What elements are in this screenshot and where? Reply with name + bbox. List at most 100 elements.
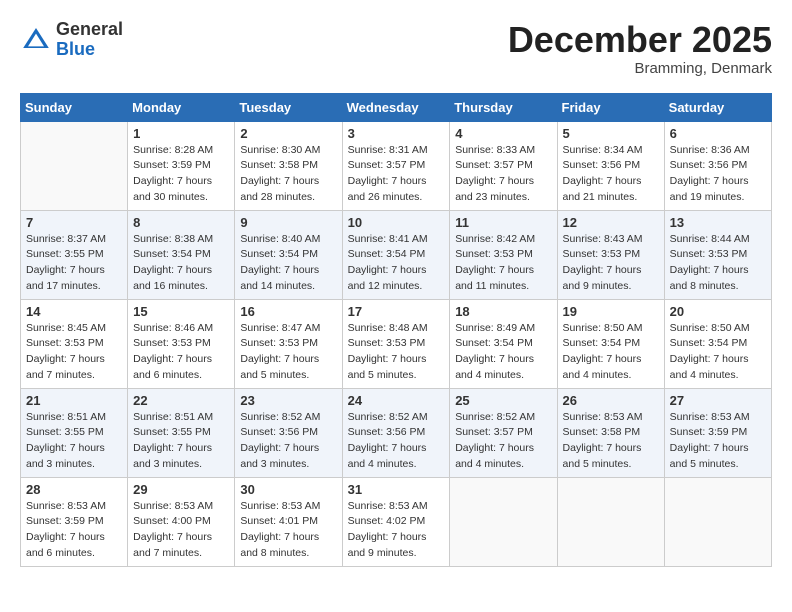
day-info: Sunrise: 8:52 AMSunset: 3:56 PMDaylight:… — [240, 410, 336, 473]
day-info: Sunrise: 8:28 AMSunset: 3:59 PMDaylight:… — [133, 143, 229, 206]
day-info: Sunrise: 8:38 AMSunset: 3:54 PMDaylight:… — [133, 232, 229, 295]
calendar-day-cell: 2 Sunrise: 8:30 AMSunset: 3:58 PMDaylight… — [235, 121, 342, 210]
calendar-day-cell: 7 Sunrise: 8:37 AMSunset: 3:55 PMDaylight… — [21, 210, 128, 299]
day-info: Sunrise: 8:43 AMSunset: 3:53 PMDaylight:… — [563, 232, 659, 295]
day-info: Sunrise: 8:37 AMSunset: 3:55 PMDaylight:… — [26, 232, 122, 295]
logo: General Blue — [20, 20, 123, 60]
day-number: 5 — [563, 126, 659, 141]
day-info: Sunrise: 8:30 AMSunset: 3:58 PMDaylight:… — [240, 143, 336, 206]
logo-general: General — [56, 20, 123, 40]
month-title: December 2025 — [508, 20, 772, 60]
day-number: 29 — [133, 482, 229, 497]
day-info: Sunrise: 8:44 AMSunset: 3:53 PMDaylight:… — [670, 232, 766, 295]
weekday-header-friday: Friday — [557, 93, 664, 121]
calendar-day-cell — [450, 477, 557, 566]
logo-blue: Blue — [56, 40, 123, 60]
calendar-day-cell: 22 Sunrise: 8:51 AMSunset: 3:55 PMDayligh… — [128, 388, 235, 477]
day-number: 15 — [133, 304, 229, 319]
weekday-header-saturday: Saturday — [664, 93, 771, 121]
location-subtitle: Bramming, Denmark — [508, 60, 772, 77]
day-number: 2 — [240, 126, 336, 141]
weekday-header-sunday: Sunday — [21, 93, 128, 121]
day-number: 26 — [563, 393, 659, 408]
day-number: 20 — [670, 304, 766, 319]
day-info: Sunrise: 8:50 AMSunset: 3:54 PMDaylight:… — [563, 321, 659, 384]
calendar-day-cell: 27 Sunrise: 8:53 AMSunset: 3:59 PMDayligh… — [664, 388, 771, 477]
day-number: 9 — [240, 215, 336, 230]
day-info: Sunrise: 8:48 AMSunset: 3:53 PMDaylight:… — [348, 321, 445, 384]
calendar-table: SundayMondayTuesdayWednesdayThursdayFrid… — [20, 93, 772, 567]
day-info: Sunrise: 8:53 AMSunset: 4:02 PMDaylight:… — [348, 499, 445, 562]
calendar-day-cell: 14 Sunrise: 8:45 AMSunset: 3:53 PMDayligh… — [21, 299, 128, 388]
day-number: 10 — [348, 215, 445, 230]
calendar-day-cell: 19Sunrise: 8:50 AMSunset: 3:54 PMDayligh… — [557, 299, 664, 388]
calendar-day-cell: 1Sunrise: 8:28 AMSunset: 3:59 PMDaylight… — [128, 121, 235, 210]
day-number: 21 — [26, 393, 122, 408]
day-number: 25 — [455, 393, 551, 408]
day-info: Sunrise: 8:34 AMSunset: 3:56 PMDaylight:… — [563, 143, 659, 206]
day-info: Sunrise: 8:53 AMSunset: 3:58 PMDaylight:… — [563, 410, 659, 473]
day-number: 18 — [455, 304, 551, 319]
day-info: Sunrise: 8:51 AMSunset: 3:55 PMDaylight:… — [133, 410, 229, 473]
calendar-week-row: 14 Sunrise: 8:45 AMSunset: 3:53 PMDayligh… — [21, 299, 772, 388]
day-number: 8 — [133, 215, 229, 230]
day-number: 14 — [26, 304, 122, 319]
day-info: Sunrise: 8:45 AMSunset: 3:53 PMDaylight:… — [26, 321, 122, 384]
day-info: Sunrise: 8:41 AMSunset: 3:54 PMDaylight:… — [348, 232, 445, 295]
calendar-header-row: SundayMondayTuesdayWednesdayThursdayFrid… — [21, 93, 772, 121]
calendar-day-cell: 21 Sunrise: 8:51 AMSunset: 3:55 PMDayligh… — [21, 388, 128, 477]
day-number: 17 — [348, 304, 445, 319]
calendar-day-cell: 15 Sunrise: 8:46 AMSunset: 3:53 PMDayligh… — [128, 299, 235, 388]
calendar-day-cell — [664, 477, 771, 566]
day-number: 11 — [455, 215, 551, 230]
day-info: Sunrise: 8:46 AMSunset: 3:53 PMDaylight:… — [133, 321, 229, 384]
day-info: Sunrise: 8:40 AMSunset: 3:54 PMDaylight:… — [240, 232, 336, 295]
weekday-header-tuesday: Tuesday — [235, 93, 342, 121]
weekday-header-wednesday: Wednesday — [342, 93, 450, 121]
calendar-day-cell: 20 Sunrise: 8:50 AMSunset: 3:54 PMDayligh… — [664, 299, 771, 388]
day-info: Sunrise: 8:52 AMSunset: 3:57 PMDaylight:… — [455, 410, 551, 473]
calendar-day-cell: 26 Sunrise: 8:53 AMSunset: 3:58 PMDayligh… — [557, 388, 664, 477]
day-number: 4 — [455, 126, 551, 141]
weekday-header-thursday: Thursday — [450, 93, 557, 121]
day-number: 31 — [348, 482, 445, 497]
day-info: Sunrise: 8:50 AMSunset: 3:54 PMDaylight:… — [670, 321, 766, 384]
calendar-day-cell: 5 Sunrise: 8:34 AMSunset: 3:56 PMDaylight… — [557, 121, 664, 210]
day-number: 7 — [26, 215, 122, 230]
calendar-day-cell: 13Sunrise: 8:44 AMSunset: 3:53 PMDayligh… — [664, 210, 771, 299]
day-number: 30 — [240, 482, 336, 497]
day-number: 22 — [133, 393, 229, 408]
day-info: Sunrise: 8:36 AMSunset: 3:56 PMDaylight:… — [670, 143, 766, 206]
day-info: Sunrise: 8:53 AMSunset: 3:59 PMDaylight:… — [670, 410, 766, 473]
calendar-week-row: 21 Sunrise: 8:51 AMSunset: 3:55 PMDayligh… — [21, 388, 772, 477]
day-info: Sunrise: 8:53 AMSunset: 3:59 PMDaylight:… — [26, 499, 122, 562]
calendar-week-row: 28 Sunrise: 8:53 AMSunset: 3:59 PMDayligh… — [21, 477, 772, 566]
day-info: Sunrise: 8:51 AMSunset: 3:55 PMDaylight:… — [26, 410, 122, 473]
day-number: 28 — [26, 482, 122, 497]
day-number: 23 — [240, 393, 336, 408]
day-number: 24 — [348, 393, 445, 408]
weekday-header-monday: Monday — [128, 93, 235, 121]
calendar-week-row: 7 Sunrise: 8:37 AMSunset: 3:55 PMDaylight… — [21, 210, 772, 299]
day-number: 12 — [563, 215, 659, 230]
logo-text: General Blue — [56, 20, 123, 60]
calendar-day-cell: 31 Sunrise: 8:53 AMSunset: 4:02 PMDayligh… — [342, 477, 450, 566]
calendar-day-cell: 8 Sunrise: 8:38 AMSunset: 3:54 PMDaylight… — [128, 210, 235, 299]
day-number: 27 — [670, 393, 766, 408]
day-number: 16 — [240, 304, 336, 319]
day-info: Sunrise: 8:49 AMSunset: 3:54 PMDaylight:… — [455, 321, 551, 384]
calendar-day-cell: 25 Sunrise: 8:52 AMSunset: 3:57 PMDayligh… — [450, 388, 557, 477]
day-info: Sunrise: 8:53 AMSunset: 4:01 PMDaylight:… — [240, 499, 336, 562]
calendar-day-cell: 10 Sunrise: 8:41 AMSunset: 3:54 PMDayligh… — [342, 210, 450, 299]
day-info: Sunrise: 8:53 AMSunset: 4:00 PMDaylight:… — [133, 499, 229, 562]
calendar-day-cell: 17 Sunrise: 8:48 AMSunset: 3:53 PMDayligh… — [342, 299, 450, 388]
calendar-day-cell: 9 Sunrise: 8:40 AMSunset: 3:54 PMDaylight… — [235, 210, 342, 299]
day-info: Sunrise: 8:33 AMSunset: 3:57 PMDaylight:… — [455, 143, 551, 206]
calendar-day-cell: 6 Sunrise: 8:36 AMSunset: 3:56 PMDaylight… — [664, 121, 771, 210]
calendar-day-cell: 28 Sunrise: 8:53 AMSunset: 3:59 PMDayligh… — [21, 477, 128, 566]
calendar-day-cell — [21, 121, 128, 210]
day-number: 6 — [670, 126, 766, 141]
calendar-day-cell: 30 Sunrise: 8:53 AMSunset: 4:01 PMDayligh… — [235, 477, 342, 566]
calendar-day-cell: 12 Sunrise: 8:43 AMSunset: 3:53 PMDayligh… — [557, 210, 664, 299]
calendar-day-cell: 3Sunrise: 8:31 AMSunset: 3:57 PMDaylight… — [342, 121, 450, 210]
